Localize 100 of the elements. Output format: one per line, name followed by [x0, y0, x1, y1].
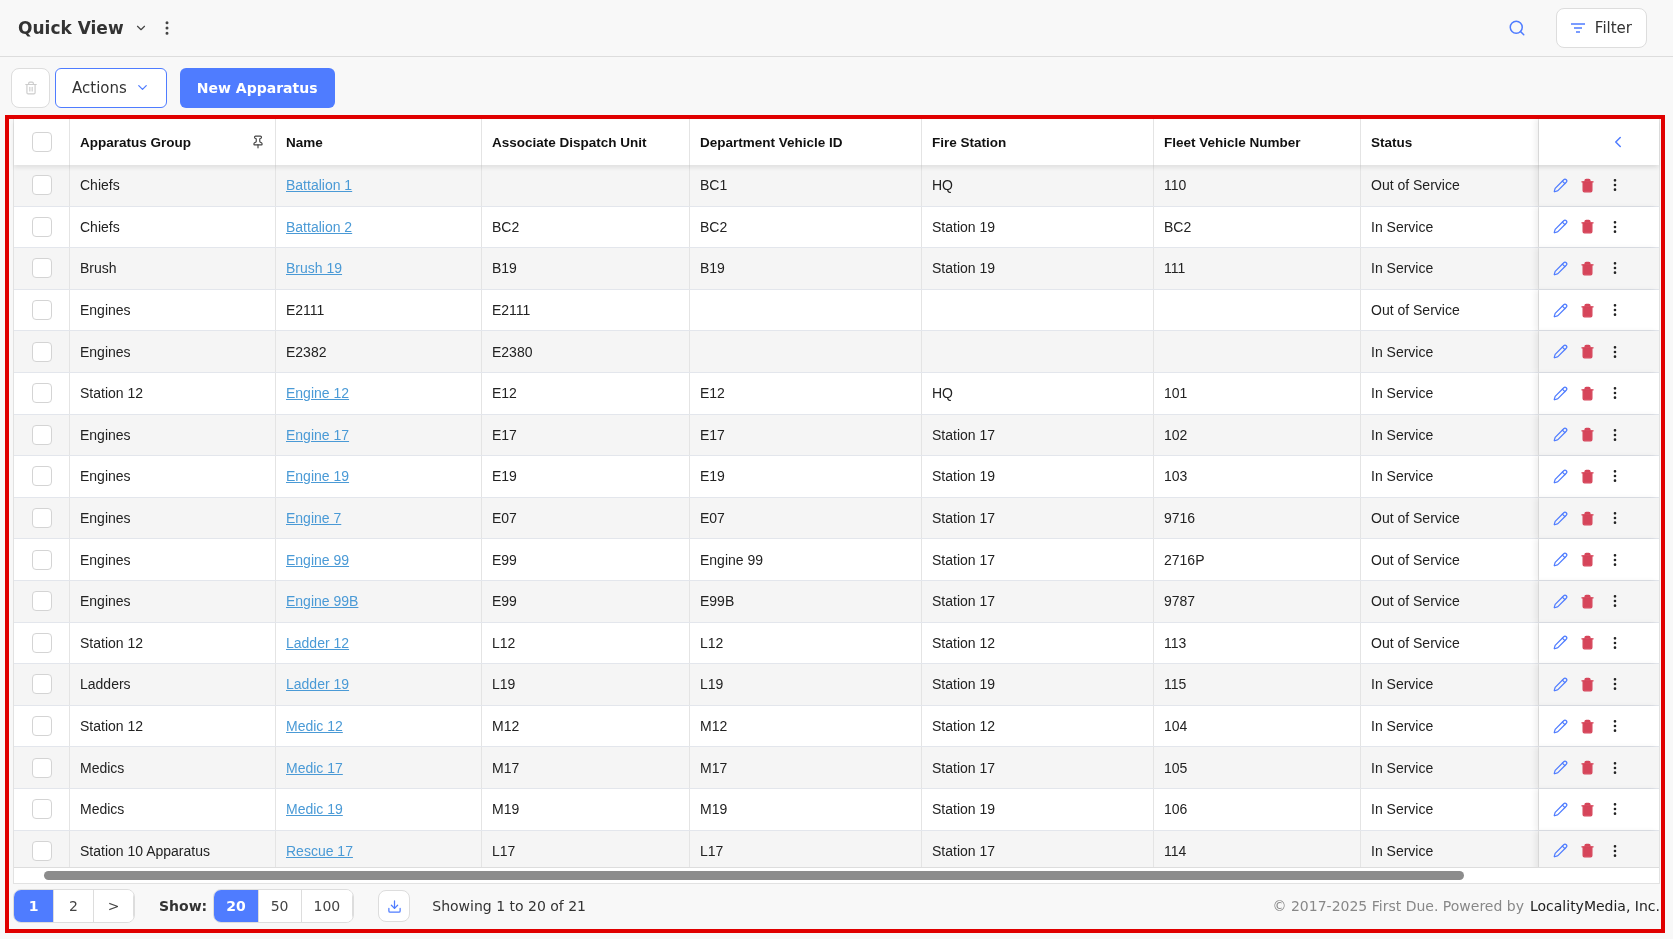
- delete-icon[interactable]: [1580, 843, 1595, 859]
- edit-icon[interactable]: [1553, 177, 1568, 193]
- column-header[interactable]: Department Vehicle ID: [700, 134, 843, 150]
- delete-icon[interactable]: [1580, 801, 1595, 817]
- row-checkbox[interactable]: [31, 424, 52, 445]
- row-checkbox[interactable]: [31, 591, 52, 612]
- delete-icon[interactable]: [1580, 760, 1595, 776]
- apparatus-link[interactable]: Ladder 12: [286, 634, 350, 651]
- apparatus-link[interactable]: Battalion 1: [286, 177, 353, 194]
- table-cell: E99: [492, 593, 517, 610]
- delete-icon[interactable]: [1580, 219, 1595, 235]
- row-checkbox[interactable]: [31, 840, 52, 861]
- row-checkbox[interactable]: [31, 716, 52, 736]
- delete-icon[interactable]: [1580, 718, 1595, 734]
- row-checkbox[interactable]: [31, 341, 52, 362]
- column-header[interactable]: Fire Station: [932, 134, 1007, 150]
- edit-icon[interactable]: [1553, 635, 1568, 651]
- row-checkbox[interactable]: [31, 549, 52, 570]
- row-checkbox[interactable]: [31, 216, 52, 237]
- edit-icon[interactable]: [1553, 302, 1568, 318]
- table-cell: Engines: [80, 510, 131, 527]
- delete-icon[interactable]: [1580, 344, 1595, 360]
- edit-icon[interactable]: [1553, 843, 1568, 859]
- edit-icon[interactable]: [1553, 219, 1568, 235]
- row-checkbox[interactable]: [31, 632, 52, 653]
- column-header[interactable]: Apparatus Group: [80, 134, 191, 150]
- page-button[interactable]: 1: [14, 890, 54, 922]
- apparatus-link[interactable]: Battalion 2: [286, 218, 353, 235]
- apparatus-link[interactable]: Ladder 19: [286, 676, 350, 693]
- apparatus-link[interactable]: Brush 19: [286, 260, 343, 277]
- delete-icon[interactable]: [1580, 261, 1595, 276]
- row-checkbox[interactable]: [31, 258, 52, 279]
- row-checkbox[interactable]: [31, 175, 52, 196]
- column-header[interactable]: Name: [286, 134, 323, 150]
- row-checkbox[interactable]: [31, 757, 52, 778]
- edit-icon[interactable]: [1553, 718, 1568, 734]
- table-cell: Out of Service: [1371, 302, 1460, 319]
- apparatus-link[interactable]: Engine 17: [286, 426, 350, 443]
- delete-icon[interactable]: [1580, 385, 1595, 401]
- edit-icon[interactable]: [1553, 344, 1568, 360]
- edit-icon[interactable]: [1553, 593, 1568, 609]
- column-header[interactable]: Fleet Vehicle Number: [1164, 134, 1301, 150]
- delete-icon[interactable]: [1580, 635, 1595, 651]
- table-cell: B19: [492, 260, 517, 277]
- download-button[interactable]: [378, 890, 411, 922]
- column-header[interactable]: Status: [1371, 134, 1413, 150]
- apparatus-link[interactable]: Engine 99B: [286, 593, 359, 610]
- select-all-checkbox[interactable]: [31, 132, 52, 152]
- row-checkbox[interactable]: [31, 799, 52, 820]
- edit-icon[interactable]: [1553, 676, 1568, 692]
- new-apparatus-button[interactable]: New Apparatus: [179, 67, 335, 108]
- table-cell: In Service: [1371, 759, 1434, 776]
- edit-icon[interactable]: [1553, 510, 1568, 526]
- results-summary: Showing 1 to 20 of 21: [432, 898, 586, 914]
- edit-icon[interactable]: [1553, 385, 1568, 401]
- delete-icon[interactable]: [1580, 676, 1595, 692]
- row-checkbox[interactable]: [31, 300, 52, 321]
- table-cell: M17: [700, 759, 728, 776]
- delete-icon[interactable]: [1580, 593, 1595, 609]
- scrollbar-thumb[interactable]: [44, 871, 1464, 880]
- apparatus-link[interactable]: Medic 19: [286, 801, 343, 818]
- delete-icon[interactable]: [1580, 302, 1595, 318]
- table-cell: Station 12: [932, 634, 996, 651]
- view-title[interactable]: Quick View: [18, 18, 124, 38]
- row-checkbox[interactable]: [31, 466, 52, 487]
- delete-icon[interactable]: [1580, 468, 1595, 484]
- apparatus-link[interactable]: Engine 99: [286, 551, 350, 568]
- row-checkbox[interactable]: [31, 383, 52, 404]
- column-header[interactable]: Associate Dispatch Unit: [492, 134, 647, 150]
- delete-icon[interactable]: [1580, 552, 1595, 568]
- row-checkbox[interactable]: [31, 508, 52, 529]
- filter-button[interactable]: Filter: [1555, 8, 1647, 48]
- delete-icon[interactable]: [1580, 177, 1595, 193]
- company-link[interactable]: LocalityMedia, Inc.: [1529, 898, 1660, 914]
- pin-icon[interactable]: [251, 135, 265, 149]
- edit-icon[interactable]: [1553, 468, 1568, 484]
- apparatus-link[interactable]: Rescue 17: [286, 842, 353, 859]
- table-cell: E17: [492, 426, 517, 443]
- edit-icon[interactable]: [1553, 801, 1568, 817]
- apparatus-link[interactable]: Engine 19: [286, 468, 350, 485]
- table-cell: Out of Service: [1371, 510, 1460, 527]
- table-cell: In Service: [1371, 426, 1434, 443]
- page-size-button[interactable]: 20: [214, 890, 259, 922]
- edit-icon[interactable]: [1553, 427, 1568, 443]
- row-checkbox[interactable]: [31, 674, 52, 695]
- apparatus-link[interactable]: Medic 12: [286, 718, 343, 734]
- actions-button[interactable]: Actions: [55, 67, 167, 108]
- search-icon[interactable]: [1507, 19, 1526, 37]
- apparatus-link[interactable]: Engine 12: [286, 385, 350, 402]
- edit-icon[interactable]: [1553, 760, 1568, 776]
- edit-icon[interactable]: [1553, 552, 1568, 568]
- table-cell: E12: [492, 385, 517, 402]
- delete-icon[interactable]: [1580, 510, 1595, 526]
- table-cell: Engines: [80, 426, 131, 443]
- edit-icon[interactable]: [1553, 261, 1568, 276]
- delete-icon[interactable]: [1580, 427, 1595, 443]
- table-cell: M12: [700, 718, 728, 734]
- apparatus-link[interactable]: Medic 17: [286, 759, 343, 776]
- apparatus-link[interactable]: Engine 7: [286, 510, 342, 527]
- table-cell: 110: [1164, 177, 1187, 194]
